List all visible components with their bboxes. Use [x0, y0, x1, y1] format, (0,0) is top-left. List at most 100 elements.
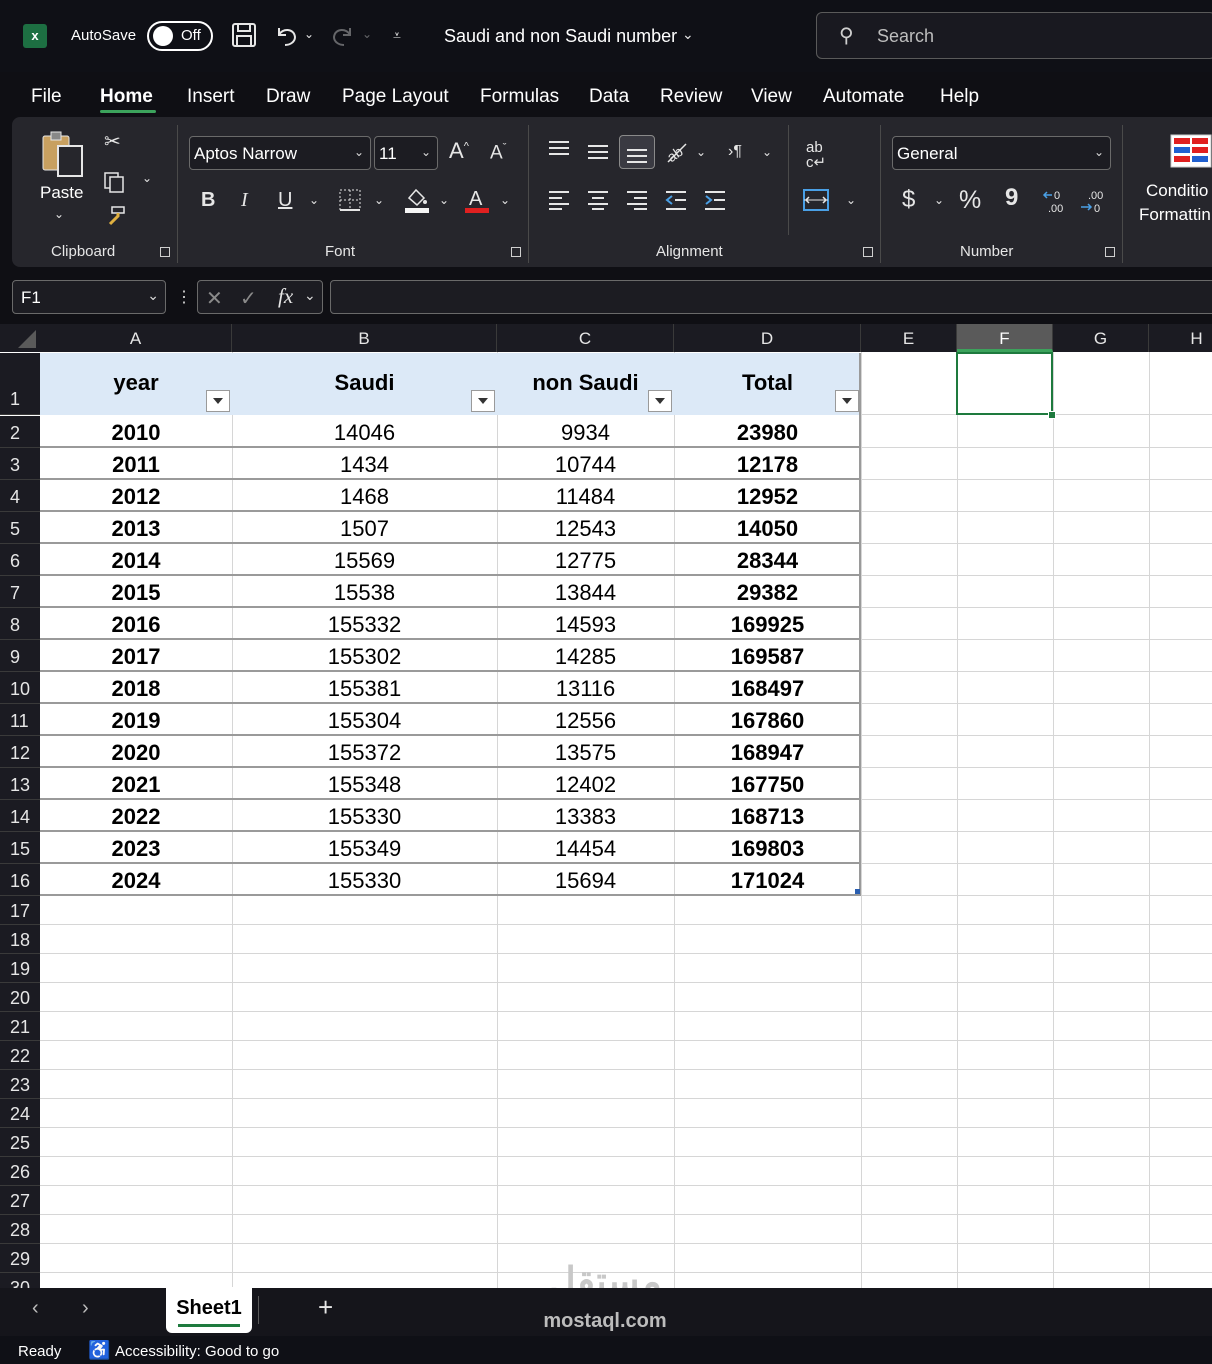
- cell-saudi[interactable]: 155332: [232, 611, 497, 639]
- add-sheet-button[interactable]: +: [318, 1292, 333, 1323]
- scroll-left-icon[interactable]: ‹: [32, 1297, 39, 1320]
- decrease-indent-icon[interactable]: [665, 190, 687, 215]
- decrease-font-size-icon[interactable]: Aˇ: [490, 143, 506, 163]
- cancel-icon[interactable]: ✕: [206, 286, 223, 311]
- merge-center-icon[interactable]: [803, 188, 829, 217]
- accessibility-status[interactable]: Accessibility: Good to go: [115, 1343, 279, 1360]
- title-chevron-down-icon[interactable]: ⌄: [682, 27, 694, 41]
- cell-total[interactable]: 169925: [674, 611, 861, 639]
- cell-total[interactable]: 168497: [674, 675, 861, 703]
- cell-non-saudi[interactable]: 15694: [497, 867, 674, 895]
- underline-dropdown-icon[interactable]: ⌄: [309, 194, 319, 206]
- cell-non-saudi[interactable]: 12402: [497, 771, 674, 799]
- cell-non-saudi[interactable]: 12556: [497, 707, 674, 735]
- cell-non-saudi[interactable]: 12775: [497, 547, 674, 575]
- cell-saudi[interactable]: 155372: [232, 739, 497, 767]
- row-header[interactable]: 29: [0, 1244, 40, 1273]
- comma-style-button[interactable]: 9: [1005, 186, 1018, 210]
- align-left-icon[interactable]: [548, 190, 570, 215]
- cell-total[interactable]: 168713: [674, 803, 861, 831]
- cell-saudi[interactable]: 1507: [232, 515, 497, 543]
- paste-dropdown-icon[interactable]: ⌄: [54, 208, 64, 220]
- font-name-select[interactable]: Aptos Narrow ⌄: [189, 136, 371, 170]
- row-header[interactable]: 7: [0, 576, 40, 608]
- cell-saudi[interactable]: 15569: [232, 547, 497, 575]
- cell-saudi[interactable]: 15538: [232, 579, 497, 607]
- row-header[interactable]: 25: [0, 1128, 40, 1157]
- conditional-formatting-line2[interactable]: Formattin: [1139, 205, 1211, 225]
- selected-cell-f1[interactable]: [956, 352, 1053, 415]
- row-header[interactable]: 5: [0, 512, 40, 544]
- row-header[interactable]: 12: [0, 736, 40, 768]
- redo-dropdown-icon[interactable]: ⌄: [362, 28, 372, 40]
- cell-non-saudi[interactable]: 14454: [497, 835, 674, 863]
- text-direction-dropdown-icon[interactable]: ⌄: [762, 146, 772, 158]
- tab-page-layout[interactable]: Page Layout: [342, 86, 449, 108]
- copy-icon[interactable]: [102, 170, 126, 198]
- tab-formulas[interactable]: Formulas: [480, 86, 559, 108]
- row-header[interactable]: 26: [0, 1157, 40, 1186]
- bold-button[interactable]: B: [201, 190, 215, 210]
- document-title[interactable]: Saudi and non Saudi number: [444, 26, 677, 47]
- header-total[interactable]: Total: [674, 370, 861, 396]
- cell-saudi[interactable]: 155304: [232, 707, 497, 735]
- cell-year[interactable]: 2011: [40, 451, 232, 479]
- row-header[interactable]: 4: [0, 480, 40, 512]
- cell-saudi[interactable]: 1434: [232, 451, 497, 479]
- cell-total[interactable]: 23980: [674, 419, 861, 447]
- format-painter-icon[interactable]: [102, 205, 126, 233]
- row-header[interactable]: 14: [0, 800, 40, 832]
- tab-view[interactable]: View: [751, 86, 792, 108]
- row-header[interactable]: 9: [0, 640, 40, 672]
- row-header[interactable]: 10: [0, 672, 40, 704]
- cell-total[interactable]: 29382: [674, 579, 861, 607]
- name-box[interactable]: F1 ⌄: [12, 280, 166, 314]
- customize-toolbar-icon[interactable]: ⩡: [393, 28, 401, 42]
- cell-total[interactable]: 12952: [674, 483, 861, 511]
- increase-indent-icon[interactable]: [704, 190, 726, 215]
- cut-icon[interactable]: ✂: [104, 132, 121, 152]
- row-header[interactable]: 11: [0, 704, 40, 736]
- undo-dropdown-icon[interactable]: ⌄: [304, 28, 314, 40]
- cell-total[interactable]: 14050: [674, 515, 861, 543]
- cell-year[interactable]: 2022: [40, 803, 232, 831]
- font-size-select[interactable]: 11 ⌄: [374, 136, 438, 170]
- cell-saudi[interactable]: 1468: [232, 483, 497, 511]
- insert-function-button[interactable]: fx: [278, 284, 293, 309]
- cell-total[interactable]: 167750: [674, 771, 861, 799]
- chevron-down-icon[interactable]: ⌄: [304, 287, 316, 304]
- cell-year[interactable]: 2015: [40, 579, 232, 607]
- row-header[interactable]: 22: [0, 1041, 40, 1070]
- column-header-b[interactable]: B: [232, 324, 497, 352]
- cell-non-saudi[interactable]: 12543: [497, 515, 674, 543]
- font-launcher-icon[interactable]: [511, 247, 521, 257]
- cell-year[interactable]: 2020: [40, 739, 232, 767]
- select-all-corner[interactable]: [0, 324, 40, 352]
- column-header-c[interactable]: C: [497, 324, 674, 352]
- cell-total[interactable]: 168947: [674, 739, 861, 767]
- filter-dropdown-icon[interactable]: [648, 390, 672, 412]
- number-format-select[interactable]: General ⌄: [892, 136, 1111, 170]
- cell-year[interactable]: 2010: [40, 419, 232, 447]
- row-header[interactable]: 23: [0, 1070, 40, 1099]
- column-header-a[interactable]: A: [40, 324, 232, 352]
- row-header[interactable]: 3: [0, 448, 40, 480]
- cell-non-saudi[interactable]: 10744: [497, 451, 674, 479]
- currency-dropdown-icon[interactable]: ⌄: [934, 194, 944, 206]
- orientation-icon[interactable]: ab: [664, 140, 690, 169]
- cell-saudi[interactable]: 155381: [232, 675, 497, 703]
- tab-automate[interactable]: Automate: [823, 86, 904, 108]
- bottom-align-button[interactable]: [619, 135, 655, 169]
- number-launcher-icon[interactable]: [1105, 247, 1115, 257]
- row-header[interactable]: 16: [0, 864, 40, 896]
- fill-color-dropdown-icon[interactable]: ⌄: [439, 194, 449, 206]
- row-header[interactable]: 20: [0, 983, 40, 1012]
- italic-button[interactable]: I: [241, 190, 248, 210]
- cell-year[interactable]: 2018: [40, 675, 232, 703]
- more-options-icon[interactable]: ⋮: [176, 287, 192, 307]
- cell-non-saudi[interactable]: 13575: [497, 739, 674, 767]
- cell-non-saudi[interactable]: 13116: [497, 675, 674, 703]
- tab-file[interactable]: File: [31, 86, 62, 108]
- row-header[interactable]: 13: [0, 768, 40, 800]
- cell-total[interactable]: 169803: [674, 835, 861, 863]
